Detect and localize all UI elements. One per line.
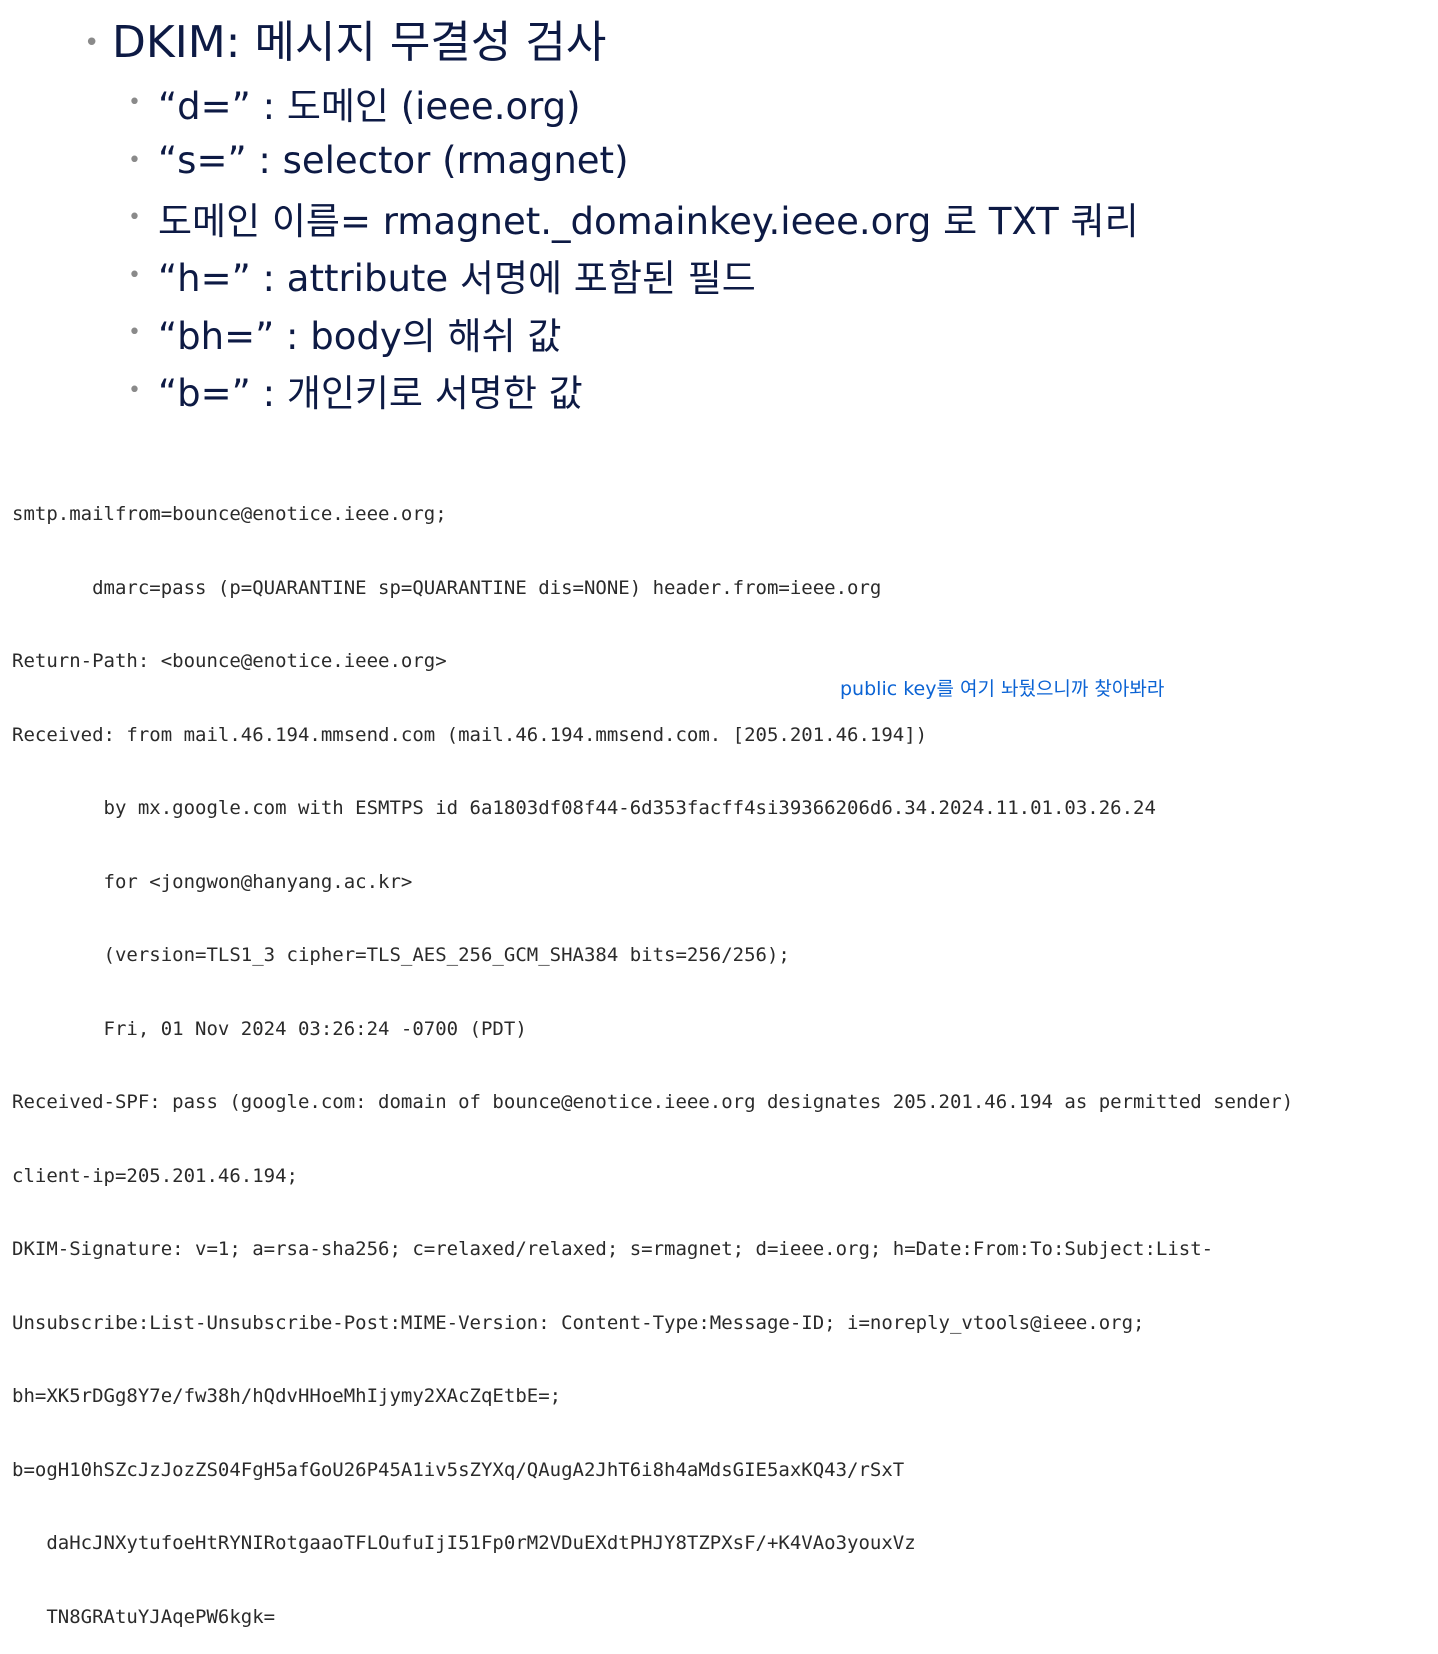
header-line: smtp.mailfrom=bounce@enotice.ieee.org; bbox=[12, 503, 447, 525]
header-line: (version=TLS1_3 cipher=TLS_AES_256_GCM_S… bbox=[12, 944, 790, 966]
header-line: Received: from mail.46.194.mmsend.com (m… bbox=[12, 723, 928, 746]
sub-bullet-d: • “d=” : 도메인 (ieee.org) bbox=[128, 74, 1139, 132]
main-bullet: • DKIM: 메시지 무결성 검사 bbox=[84, 14, 606, 72]
sub-bullet-text: “bh=” : body의 해쉬 값 bbox=[158, 314, 562, 358]
header-line: client-ip=205.201.46.194; bbox=[12, 1164, 298, 1187]
sub-bullet-text: “d=” : 도메인 (ieee.org) bbox=[158, 84, 581, 128]
sub-bullet-text: “b=” : 개인키로 서명한 값 bbox=[158, 372, 583, 416]
sub-bullet-list: • “d=” : 도메인 (ieee.org) • “s=” : selecto… bbox=[128, 74, 1139, 419]
sub-bullet-text: 도메인 이름= rmagnet._domainkey.ieee.org 로 TX… bbox=[158, 199, 1139, 243]
header-line: bh=XK5rDGg8Y7e/fw38h/hQdvHHoeMhIjymy2XAc… bbox=[12, 1385, 562, 1407]
header-line: Unsubscribe:List-Unsubscribe-Post:MIME-V… bbox=[12, 1311, 1145, 1334]
header-line: Return-Path: <bounce@enotice.ieee.org> bbox=[12, 650, 447, 672]
header-line: daHcJNXytufoeHtRYNIRotgaaoTFLOufuIjI51Fp… bbox=[12, 1532, 916, 1554]
bullet-dot: • bbox=[128, 320, 141, 346]
sub-bullet-b: • “b=” : 개인키로 서명한 값 bbox=[128, 362, 1139, 420]
header-line: for <jongwon@hanyang.ac.kr> bbox=[12, 870, 413, 893]
main-bullet-text: DKIM: 메시지 무결성 검사 bbox=[112, 17, 607, 68]
public-key-annotation: public key를 여기 놔뒀으니까 찾아봐라 bbox=[840, 678, 1165, 700]
sub-bullet-domain-query: • 도메인 이름= rmagnet._domainkey.ieee.org 로 … bbox=[128, 189, 1139, 247]
sub-bullet-bh: • “bh=” : body의 해쉬 값 bbox=[128, 304, 1139, 362]
sub-bullet-h: • “h=” : attribute 서명에 포함된 필드 bbox=[128, 247, 1139, 305]
bullet-dot: • bbox=[128, 90, 141, 116]
bullet-dot: • bbox=[128, 377, 141, 403]
header-line: Fri, 01 Nov 2024 03:26:24 -0700 (PDT) bbox=[12, 1017, 527, 1040]
header-line: by mx.google.com with ESMTPS id 6a1803df… bbox=[12, 797, 1156, 819]
sub-bullet-text: “s=” : selector (rmagnet) bbox=[158, 138, 629, 182]
sub-bullet-s: • “s=” : selector (rmagnet) bbox=[128, 132, 1139, 190]
header-line: DKIM-Signature: v=1; a=rsa-sha256; c=rel… bbox=[12, 1238, 1214, 1260]
bullet-dot: • bbox=[128, 262, 141, 288]
header-line: Received-SPF: pass (google.com: domain o… bbox=[12, 1091, 1294, 1113]
header-line: b=ogH10hSZcJzJozZS04FgH5afGoU26P45A1iv5s… bbox=[12, 1458, 905, 1481]
bullet-dot: • bbox=[128, 205, 141, 231]
header-line: TN8GRAtuYJAqePW6kgk= bbox=[12, 1605, 276, 1628]
bullet-dot: • bbox=[128, 147, 141, 173]
email-header-dump: smtp.mailfrom=bounce@enotice.ieee.org; d… bbox=[12, 453, 1436, 1654]
bullet-dot: • bbox=[84, 28, 100, 58]
sub-bullet-text: “h=” : attribute 서명에 포함된 필드 bbox=[158, 257, 756, 301]
header-line: dmarc=pass (p=QUARANTINE sp=QUARANTINE d… bbox=[12, 576, 882, 599]
